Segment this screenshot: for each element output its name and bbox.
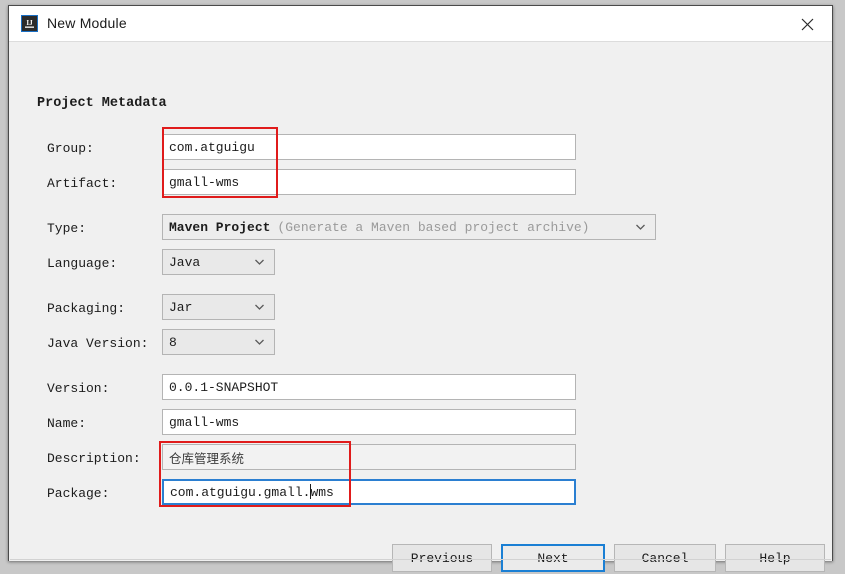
artifact-input[interactable]: gmall-wms bbox=[162, 169, 576, 195]
chevron-down-icon bbox=[253, 256, 266, 269]
type-value: Maven Project bbox=[169, 220, 270, 235]
chevron-down-icon bbox=[253, 301, 266, 314]
close-icon[interactable] bbox=[792, 12, 822, 36]
language-dropdown[interactable]: Java bbox=[162, 249, 275, 275]
new-module-dialog: IJ New Module Project Metadata Group: co… bbox=[8, 5, 833, 561]
label-java-version: Java Version: bbox=[47, 336, 148, 351]
version-input[interactable]: 0.0.1-SNAPSHOT bbox=[162, 374, 576, 400]
svg-text:IJ: IJ bbox=[26, 19, 33, 27]
label-artifact: Artifact: bbox=[47, 176, 117, 191]
java-version-value: 8 bbox=[169, 335, 177, 350]
label-name: Name: bbox=[47, 416, 86, 431]
label-description: Description: bbox=[47, 451, 141, 466]
package-value-after-caret: wms bbox=[310, 485, 333, 500]
description-input[interactable]: 仓库管理系统 bbox=[162, 444, 576, 470]
text-caret bbox=[310, 484, 311, 499]
bottom-separator bbox=[10, 559, 831, 560]
help-button[interactable]: Help bbox=[725, 544, 825, 572]
label-group: Group: bbox=[47, 141, 94, 156]
language-value: Java bbox=[169, 255, 200, 270]
label-packaging: Packaging: bbox=[47, 301, 125, 316]
name-input[interactable]: gmall-wms bbox=[162, 409, 576, 435]
package-value-before-caret: com.atguigu.gmall. bbox=[170, 485, 310, 500]
cancel-button[interactable]: Cancel bbox=[614, 544, 716, 572]
window-title: New Module bbox=[47, 15, 127, 31]
type-hint: (Generate a Maven based project archive) bbox=[277, 220, 589, 235]
package-input[interactable]: com.atguigu.gmall.wms bbox=[162, 479, 576, 505]
previous-button[interactable]: Previous bbox=[392, 544, 492, 572]
dialog-content: Project Metadata Group: com.atguigu Arti… bbox=[9, 42, 832, 561]
chevron-down-icon bbox=[634, 221, 647, 234]
group-input[interactable]: com.atguigu bbox=[162, 134, 576, 160]
label-language: Language: bbox=[47, 256, 117, 271]
label-type: Type: bbox=[47, 221, 86, 236]
type-dropdown[interactable]: Maven Project (Generate a Maven based pr… bbox=[162, 214, 656, 240]
title-bar: IJ New Module bbox=[9, 6, 832, 42]
label-package: Package: bbox=[47, 486, 109, 501]
chevron-down-icon bbox=[253, 336, 266, 349]
packaging-dropdown[interactable]: Jar bbox=[162, 294, 275, 320]
screen: IJ New Module Project Metadata Group: co… bbox=[0, 0, 845, 574]
java-version-dropdown[interactable]: 8 bbox=[162, 329, 275, 355]
intellij-idea-icon: IJ bbox=[21, 15, 38, 32]
packaging-value: Jar bbox=[169, 300, 192, 315]
page-title: Project Metadata bbox=[37, 96, 167, 111]
label-version: Version: bbox=[47, 381, 109, 396]
next-button[interactable]: Next bbox=[501, 544, 605, 572]
